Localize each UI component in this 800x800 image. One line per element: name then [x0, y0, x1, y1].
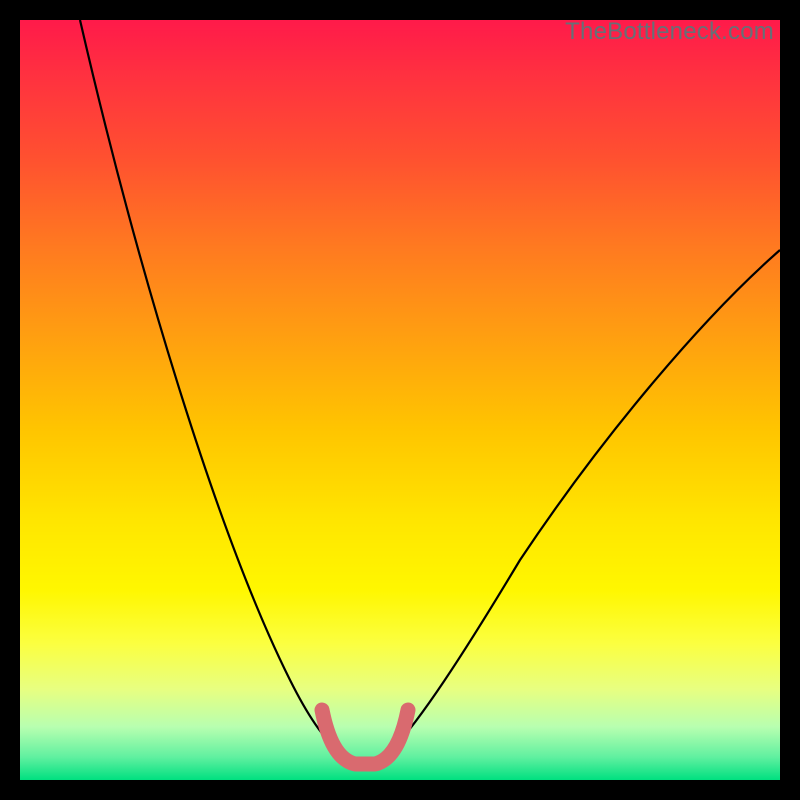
chart-frame: TheBottleneck.com	[20, 20, 780, 780]
curve-right	[392, 250, 780, 750]
curve-left	[80, 20, 338, 750]
bottleneck-curve-plot	[20, 20, 780, 780]
optimum-u-band	[322, 710, 408, 764]
watermark-text: TheBottleneck.com	[565, 18, 774, 46]
